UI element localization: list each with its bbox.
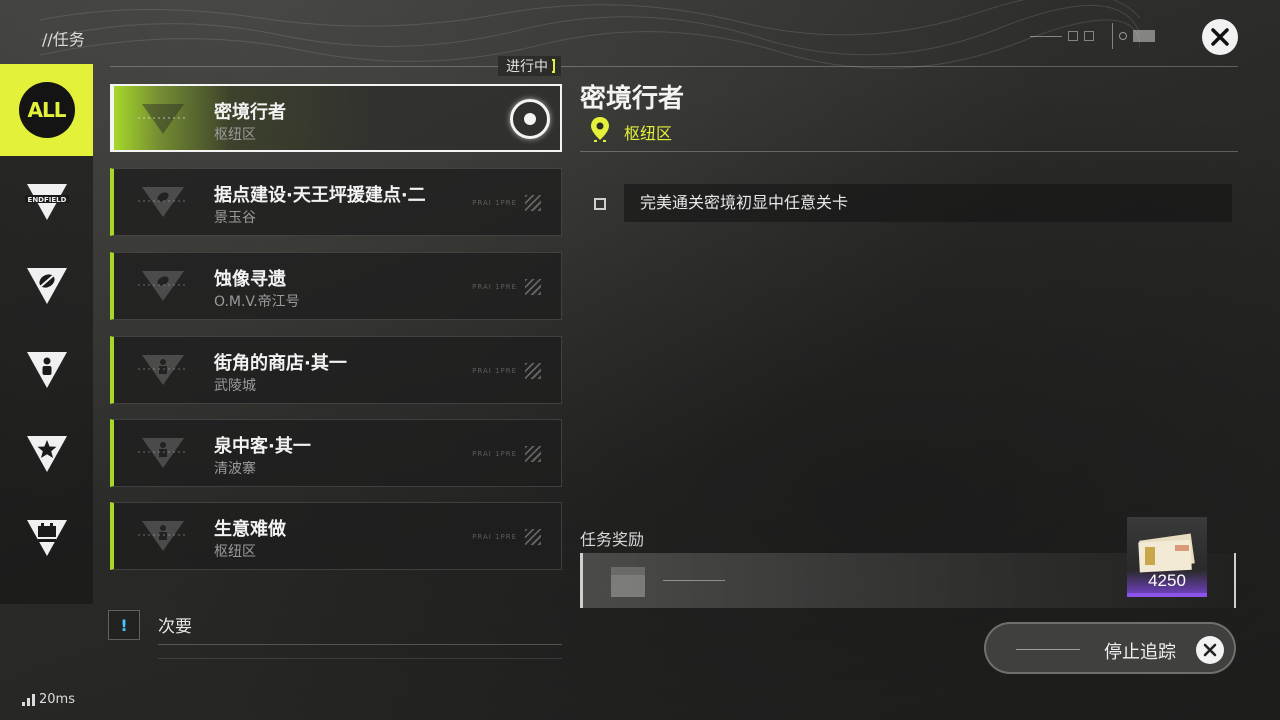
exclamation-icon: ! xyxy=(108,610,140,640)
ping-value: 20ms xyxy=(39,692,75,707)
category-endfield[interactable]: ENDFIELD xyxy=(0,156,93,248)
box-icon xyxy=(611,567,645,597)
card-decoration: PRAI 1PRE xyxy=(472,446,541,462)
quest-name: 密境行者 xyxy=(214,102,286,123)
card-decoration: PRAI 1PRE xyxy=(472,195,541,211)
quest-card[interactable]: 生意难做 枢纽区 PRAI 1PRE xyxy=(110,502,562,570)
stop-tracking-button[interactable]: 停止追踪 xyxy=(984,622,1236,674)
section-divider xyxy=(158,644,562,645)
quest-name: 生意难做 xyxy=(214,519,286,540)
quest-card[interactable]: 据点建设·天王坪援建点·二 景玉谷 PRAI 1PRE xyxy=(110,168,562,236)
quest-type-icon xyxy=(138,104,188,134)
quest-name: 街角的商店·其一 xyxy=(214,353,347,374)
network-ping: 20ms xyxy=(22,692,75,707)
close-icon xyxy=(1211,28,1229,46)
quest-name: 蚀像寻遗 xyxy=(214,269,286,290)
quest-name: 泉中客·其一 xyxy=(214,436,311,457)
reward-item[interactable]: 4250 xyxy=(1127,517,1207,597)
quest-type-icon xyxy=(138,271,188,301)
category-sidebar: ALL ENDFIELD xyxy=(0,64,93,604)
section-divider xyxy=(158,658,562,659)
in-progress-tag: 进行中 xyxy=(498,56,561,76)
topographic-pattern xyxy=(40,0,1140,69)
svg-text:ENDFIELD: ENDFIELD xyxy=(27,196,66,204)
detail-divider xyxy=(580,151,1238,152)
all-icon: ALL xyxy=(18,82,75,138)
quest-location: 清波寨 xyxy=(214,461,256,477)
card-decoration: PRAI 1PRE xyxy=(472,529,541,545)
category-star[interactable] xyxy=(0,408,93,500)
quest-location: 枢纽区 xyxy=(214,127,256,143)
quest-location: 景玉谷 xyxy=(214,210,256,226)
reward-label: 任务奖励 xyxy=(580,530,645,549)
quest-detail-title: 密境行者 xyxy=(580,84,685,114)
quest-card[interactable]: 泉中客·其一 清波寨 PRAI 1PRE xyxy=(110,419,562,487)
endfield-icon: ENDFIELD xyxy=(24,184,69,220)
quest-card[interactable]: 蚀像寻遗 O.M.V.帝江号 PRAI 1PRE xyxy=(110,252,562,320)
person-icon xyxy=(26,352,67,388)
category-bag[interactable] xyxy=(0,492,93,584)
quest-card[interactable]: 街角的商店·其一 武陵城 PRAI 1PRE xyxy=(110,336,562,404)
header-decoration-2 xyxy=(1112,23,1155,49)
quest-location: 武陵城 xyxy=(214,378,256,394)
quest-type-icon xyxy=(138,521,188,551)
secondary-label: 次要 xyxy=(158,617,192,637)
card-decoration: PRAI 1PRE xyxy=(472,279,541,295)
leaf-icon xyxy=(26,268,67,304)
tracking-target-icon[interactable] xyxy=(510,99,550,139)
secondary-quests-section[interactable]: ! 次要 xyxy=(104,602,564,662)
page-title: //任务 xyxy=(42,30,85,49)
signal-icon xyxy=(22,693,35,706)
bag-icon xyxy=(26,520,67,556)
quest-detail-location: 枢纽区 xyxy=(624,124,673,143)
stop-tracking-label: 停止追踪 xyxy=(1104,642,1176,663)
objective-checkbox-icon xyxy=(594,198,606,210)
quest-type-icon xyxy=(138,438,188,468)
header-divider xyxy=(110,66,1238,67)
quest-location: O.M.V.帝江号 xyxy=(214,294,300,310)
quest-type-icon xyxy=(138,187,188,217)
close-icon xyxy=(1196,636,1224,664)
close-button[interactable] xyxy=(1202,19,1238,55)
category-leaf[interactable] xyxy=(0,240,93,332)
reward-arrow xyxy=(663,580,725,581)
card-decoration: PRAI 1PRE xyxy=(472,363,541,379)
in-progress-label: 进行中 xyxy=(506,59,548,75)
quest-name: 据点建设·天王坪援建点·二 xyxy=(214,185,426,206)
objective-item: 完美通关密境初显中任意关卡 xyxy=(624,184,1232,222)
quest-card[interactable]: 密境行者 枢纽区 xyxy=(110,84,562,152)
category-all[interactable]: ALL xyxy=(0,64,93,156)
location-pin-icon xyxy=(591,117,609,142)
reward-count: 4250 xyxy=(1148,571,1186,590)
quest-location: 枢纽区 xyxy=(214,544,256,560)
quest-type-icon xyxy=(138,355,188,385)
star-icon xyxy=(26,436,67,472)
money-bundle-icon xyxy=(1138,533,1195,573)
category-person[interactable] xyxy=(0,324,93,416)
header-decoration xyxy=(1030,24,1094,48)
